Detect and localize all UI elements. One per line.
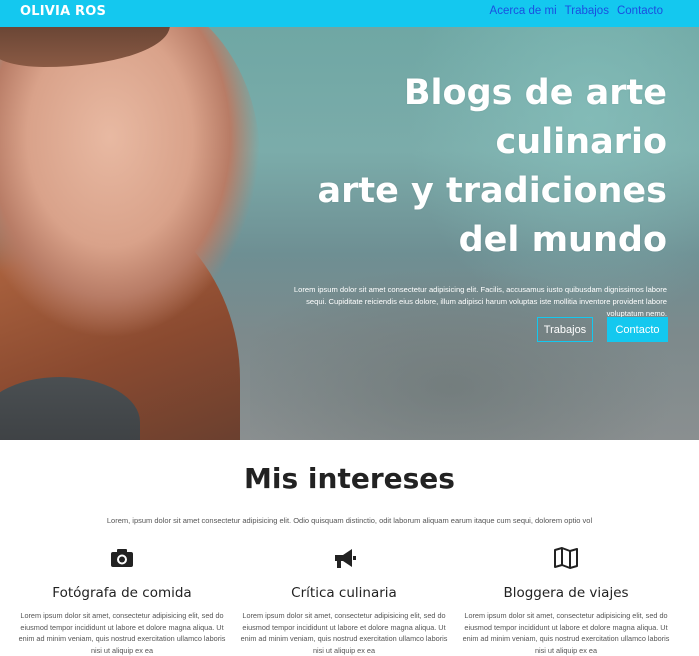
hero-title-line: culinario bbox=[495, 122, 668, 162]
interest-card-title: Bloggera de viajes bbox=[503, 585, 629, 601]
interest-card-title: Fotógrafa de comida bbox=[52, 585, 192, 601]
interests-title: Mis intereses bbox=[244, 462, 455, 495]
nav-link-works[interactable]: Trabajos bbox=[565, 5, 609, 17]
hero-title-line: del mundo bbox=[458, 220, 667, 260]
interest-card-text: Lorem ipsum dolor sit amet, consectetur … bbox=[462, 611, 670, 655]
map-icon bbox=[554, 547, 578, 569]
megaphone-icon bbox=[335, 549, 356, 568]
interest-card-title: Crítica culinaria bbox=[291, 585, 397, 601]
interest-card-text: Lorem ipsum dolor sit amet, consectetur … bbox=[240, 611, 448, 655]
hero-title-line: arte y tradiciones bbox=[317, 171, 667, 211]
contact-button[interactable]: Contacto bbox=[607, 317, 668, 342]
interests-subtitle: Lorem, ipsum dolor sit amet consectetur … bbox=[106, 516, 593, 525]
main-nav: Acerca de mi Trabajos Contacto bbox=[490, 5, 663, 17]
interest-card-food-critic: Crítica culinaria Lorem ipsum dolor sit … bbox=[238, 545, 450, 656]
brand-logo[interactable]: OLIVIA ROS bbox=[20, 4, 106, 19]
interest-card-text: Lorem ipsum dolor sit amet, consectetur … bbox=[18, 611, 226, 655]
hero-title: Blogs de arte culinario arte y tradicion… bbox=[247, 69, 667, 265]
hero-description: Lorem ipsum dolor sit amet consectetur a… bbox=[293, 285, 667, 318]
nav-link-contact[interactable]: Contacto bbox=[617, 5, 663, 17]
top-navbar: OLIVIA ROS Acerca de mi Trabajos Contact… bbox=[0, 0, 699, 27]
interest-card-travel-blogger: Bloggera de viajes Lorem ipsum dolor sit… bbox=[460, 545, 672, 656]
hero-banner: Blogs de arte culinario arte y tradicion… bbox=[0, 27, 699, 440]
camera-icon bbox=[111, 549, 133, 567]
works-button[interactable]: Trabajos bbox=[537, 317, 593, 342]
nav-link-about[interactable]: Acerca de mi bbox=[490, 5, 557, 17]
hero-title-line: Blogs de arte bbox=[403, 73, 667, 113]
interest-card-food-photographer: Fotógrafa de comida Lorem ipsum dolor si… bbox=[16, 545, 228, 656]
